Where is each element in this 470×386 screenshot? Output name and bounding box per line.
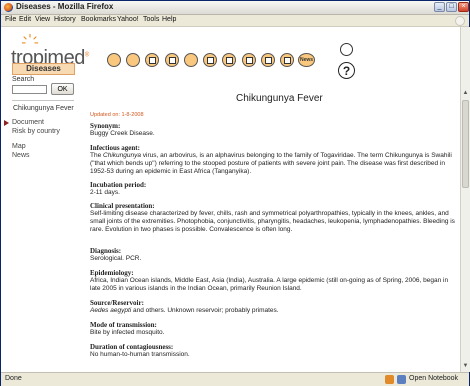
section-source: Source/Reservoir: Aedes aegypti and othe…: [90, 299, 458, 315]
menu-tools[interactable]: Tools: [143, 16, 159, 23]
section-body: Buggy Creek Disease.: [90, 130, 155, 137]
section-diagnosis: Diagnosis: Serological. PCR.: [90, 247, 458, 263]
text-run: and others. Unknown reservoir; probably …: [131, 307, 279, 314]
italic-term: Chikungunya: [103, 152, 141, 159]
section-body: Bite by infected mosquito.: [90, 329, 165, 336]
vertical-scrollbar[interactable]: ▲ ▼: [460, 27, 470, 372]
section-clinical: Clinical presentation: Self-limiting dis…: [90, 202, 458, 234]
calendar-icon[interactable]: [165, 53, 179, 67]
mountain-icon[interactable]: [184, 53, 198, 67]
search-ok-button[interactable]: OK: [51, 83, 74, 95]
help-icon[interactable]: ?: [338, 62, 355, 79]
house-icon[interactable]: [242, 53, 256, 67]
section-heading: Incubation period:: [90, 181, 147, 189]
menu-bar: File Edit View History Bookmarks Yahoo! …: [1, 15, 469, 27]
section-heading: Infectious agent:: [90, 144, 140, 152]
sidebar-item-label: Map: [12, 143, 26, 150]
news-icon[interactable]: News: [298, 53, 315, 67]
firefox-icon: [4, 3, 13, 12]
maximize-button[interactable]: □: [446, 2, 457, 12]
scroll-up-icon[interactable]: ▲: [462, 89, 469, 97]
title-bar: Diseases - Mozilla Firefox _ □ ×: [1, 1, 469, 15]
sidebar-divider: [12, 100, 74, 101]
text-run: The: [90, 152, 104, 159]
menu-view[interactable]: View: [35, 16, 50, 23]
section-synonym: Synonym: Buggy Creek Disease.: [90, 122, 458, 138]
menu-help[interactable]: Help: [162, 16, 176, 23]
status-bar: Done Open Notebook: [1, 372, 469, 386]
globe-icon[interactable]: [107, 53, 121, 67]
section-body: Self-limiting disease characterized by f…: [90, 210, 455, 233]
section-heading: Diagnosis:: [90, 247, 122, 255]
menu-file[interactable]: File: [5, 16, 16, 23]
menu-bookmarks[interactable]: Bookmarks: [81, 16, 116, 23]
page-title: Chikungunya Fever: [236, 93, 323, 104]
mosquito-icon[interactable]: [261, 53, 275, 67]
throbber-icon: [455, 16, 465, 26]
print-icon[interactable]: [340, 43, 353, 56]
open-notebook-link[interactable]: Open Notebook: [409, 375, 458, 382]
map-icon[interactable]: [222, 53, 236, 67]
search-label: Search: [12, 76, 35, 83]
section-incubation: Incubation period: 2-11 days.: [90, 181, 458, 197]
sidebar-item-label: Risk by country: [12, 128, 60, 135]
section-heading: Duration of contagiousness:: [90, 343, 174, 351]
notebook-icon[interactable]: [397, 375, 406, 384]
section-heading: Synonym:: [90, 122, 121, 130]
section-body: Africa, Indian Ocean islands, Middle Eas…: [90, 277, 449, 292]
browser-window: Diseases - Mozilla Firefox _ □ × File Ed…: [0, 0, 470, 386]
section-heading: Mode of transmission:: [90, 321, 157, 329]
updated-date: Updated on: 1-8-2008: [90, 112, 144, 118]
search-input[interactable]: [12, 85, 47, 94]
page-content: tropimed® Diseases Search OK Chikungunya…: [1, 27, 460, 372]
section-heading: Clinical presentation:: [90, 202, 155, 210]
window-title: Diseases - Mozilla Firefox: [16, 2, 114, 11]
menu-history[interactable]: History: [54, 16, 76, 23]
section-heading: Epidemiology:: [90, 269, 134, 277]
section-transmission: Mode of transmission: Bite by infected m…: [90, 321, 458, 337]
scroll-thumb[interactable]: [462, 100, 469, 188]
section-contagiousness: Duration of contagiousness: No human-to-…: [90, 343, 458, 359]
sidebar-item-risk-by-country[interactable]: Risk by country: [12, 128, 60, 135]
current-item-marker-icon: [4, 120, 9, 126]
logo-mark: ®: [84, 52, 89, 59]
menu-edit[interactable]: Edit: [19, 16, 31, 23]
section-body: No human-to-human transmission.: [90, 351, 190, 358]
italic-term: Aedes aegypti: [90, 307, 132, 314]
menu-yahoo[interactable]: Yahoo!: [117, 16, 139, 23]
status-text: Done: [5, 375, 22, 382]
text-run: virus, an arbovirus, is an alphavirus be…: [90, 152, 452, 175]
pill-icon[interactable]: [145, 53, 159, 67]
section-body: The Chikungunya virus, an arbovirus, is …: [90, 152, 458, 176]
document-icon[interactable]: [203, 53, 217, 67]
section-body: 2-11 days.: [90, 189, 120, 196]
diseases-section-button[interactable]: Diseases: [12, 63, 75, 75]
section-heading: Source/Reservoir:: [90, 299, 144, 307]
notes-icon[interactable]: [280, 53, 294, 67]
minimize-button[interactable]: _: [434, 2, 445, 12]
section-body: Aedes aegypti and others. Unknown reserv…: [90, 307, 458, 315]
syringe-icon[interactable]: [126, 53, 140, 67]
sidebar-disease-name: Chikungunya Fever: [13, 105, 74, 112]
sidebar-item-document[interactable]: Document: [4, 119, 44, 126]
sidebar-item-label: Document: [12, 119, 44, 126]
section-infectious-agent: Infectious agent: The Chikungunya virus,…: [90, 144, 458, 176]
sun-icon: [21, 33, 39, 44]
sidebar-item-label: News: [12, 152, 30, 159]
section-body: Serological. PCR.: [90, 255, 142, 262]
close-button[interactable]: ×: [458, 2, 469, 12]
sidebar-item-map[interactable]: Map: [12, 143, 26, 150]
section-epidemiology: Epidemiology: Africa, Indian Ocean islan…: [90, 269, 458, 293]
addon-icon[interactable]: [385, 375, 394, 384]
sidebar-item-news[interactable]: News: [12, 152, 30, 159]
scroll-down-icon[interactable]: ▼: [462, 362, 469, 370]
